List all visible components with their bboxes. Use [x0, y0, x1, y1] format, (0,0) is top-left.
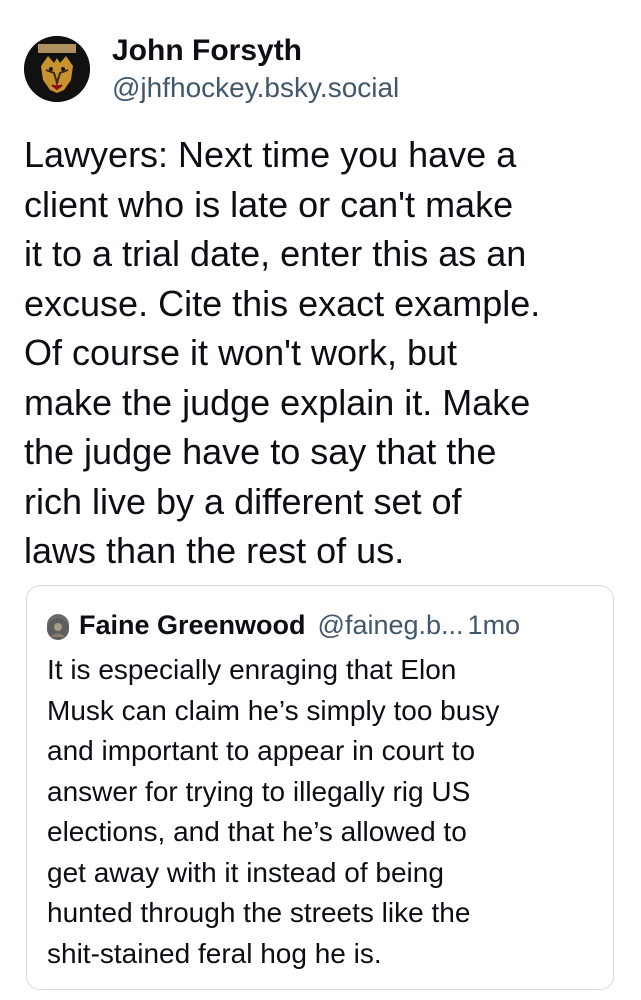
post-text-line: the judge have to say that the: [24, 431, 497, 472]
quote-timestamp[interactable]: 1mo: [468, 608, 521, 642]
post-header: John Forsyth @jhfhockey.bsky.social: [24, 33, 399, 105]
author-display-name[interactable]: John Forsyth: [112, 33, 399, 69]
quote-text-line: shit-stained feral hog he is.: [47, 937, 382, 969]
quote-text-line: hunted through the streets like the: [47, 897, 471, 928]
quote-text-line: answer for trying to illegally rig US: [47, 775, 471, 807]
post-text-line: Lawyers: Next time you have a: [24, 134, 517, 175]
tiger-avatar-icon[interactable]: [24, 36, 90, 102]
post-text-line: rich live by a different set of: [24, 480, 462, 522]
quote-text: It is especially enraging that Elon Musk…: [47, 650, 607, 974]
post-text-line: excuse. Cite this exact example.: [24, 282, 541, 324]
user-avatar-icon[interactable]: [47, 614, 69, 640]
author-handle[interactable]: @jhfhockey.bsky.social: [112, 71, 399, 105]
quote-author-display-name[interactable]: Faine Greenwood: [79, 608, 306, 642]
post-text-line: client who is late or can't make: [24, 183, 514, 225]
post[interactable]: John Forsyth @jhfhockey.bsky.social Lawy…: [0, 0, 641, 1000]
post-text-line: it to a trial date, enter this as an: [24, 233, 527, 274]
author-names: John Forsyth @jhfhockey.bsky.social: [112, 33, 399, 105]
post-text-line: make the judge explain it. Make: [24, 381, 531, 423]
quote-text-line: It is especially enraging that Elon: [47, 654, 457, 685]
quote-text-line: elections, and that he’s allowed to: [47, 816, 467, 847]
quote-header: Faine Greenwood @faineg.b... 1mo: [47, 608, 520, 642]
quote-text-line: get away with it instead of being: [47, 856, 444, 888]
quote-text-line: Musk can claim he’s simply too busy: [47, 694, 500, 726]
post-text-line: laws than the rest of us.: [24, 530, 405, 571]
quote-author-handle[interactable]: @faineg.b...: [318, 608, 464, 642]
post-text: Lawyers: Next time you have a client who…: [24, 130, 619, 576]
quoted-post[interactable]: Faine Greenwood @faineg.b... 1mo It is e…: [26, 585, 614, 990]
post-text-line: Of course it won't work, but: [24, 332, 458, 373]
quote-text-line: and important to appear in court to: [47, 735, 476, 766]
